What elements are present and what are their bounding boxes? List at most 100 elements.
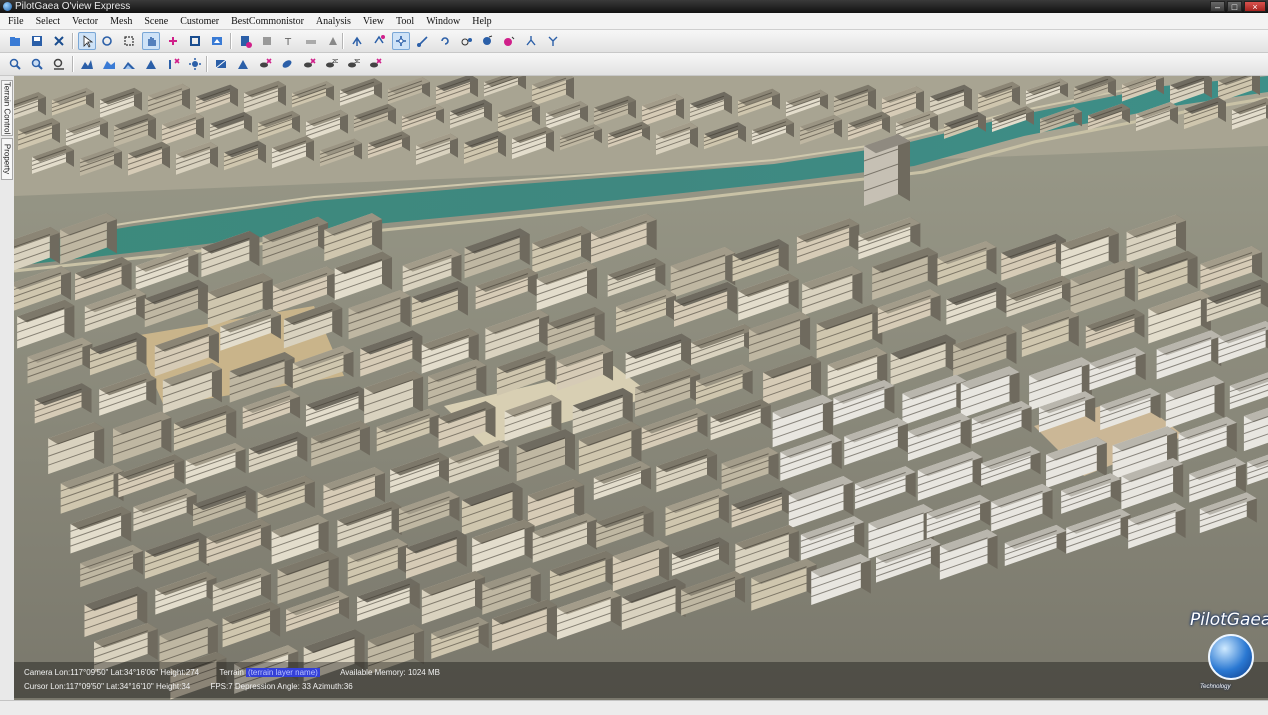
brush-button[interactable] bbox=[324, 32, 342, 50]
add-layer-icon bbox=[241, 36, 252, 48]
terrain-label: Terrain bbox=[219, 668, 244, 677]
svg-text:T: T bbox=[284, 37, 292, 48]
3d-viewport[interactable]: Camera Lon:117°09'50" Lat:34°16'06" Heig… bbox=[14, 76, 1268, 700]
measure-height-icon bbox=[53, 58, 64, 70]
logo-globe-icon bbox=[1208, 634, 1254, 680]
remove-layer-icon bbox=[263, 37, 271, 45]
measure-distance-button[interactable] bbox=[6, 55, 24, 73]
text-tool-icon: T bbox=[284, 37, 292, 48]
close-button[interactable]: × bbox=[1244, 1, 1266, 12]
status-overlay: Camera Lon:117°09'50" Lat:34°16'06" Heig… bbox=[14, 662, 1268, 698]
minimize-button[interactable]: – bbox=[1210, 1, 1225, 12]
menu-customer[interactable]: Customer bbox=[174, 16, 225, 27]
node-delete-button[interactable] bbox=[500, 32, 518, 50]
lasso-select-button[interactable] bbox=[98, 32, 116, 50]
terrain-slope-button[interactable] bbox=[100, 55, 118, 73]
open-folder-icon bbox=[10, 37, 20, 46]
add-layer-button[interactable] bbox=[236, 32, 254, 50]
triangle-button[interactable] bbox=[234, 55, 252, 73]
text-tool-button[interactable]: T bbox=[280, 32, 298, 50]
main-toolbar: T bbox=[0, 30, 1268, 53]
maximize-button[interactable]: □ bbox=[1227, 1, 1242, 12]
toolbar-separator bbox=[72, 56, 74, 72]
analysis-toolbar: 2D 3D bbox=[0, 53, 1268, 76]
brush-icon bbox=[329, 37, 337, 45]
node-split-button[interactable] bbox=[522, 32, 540, 50]
cut-button[interactable] bbox=[50, 32, 68, 50]
terrain-peak-button[interactable] bbox=[142, 55, 160, 73]
terrain-volume-button[interactable] bbox=[120, 55, 138, 73]
clear-eye-button[interactable] bbox=[256, 55, 274, 73]
menu-vector[interactable]: Vector bbox=[66, 16, 104, 27]
viewshed-button[interactable] bbox=[212, 55, 230, 73]
camera-readout: Camera Lon:117°09'50" Lat:34°16'06" Heig… bbox=[24, 668, 200, 677]
side-panel-tabs: Terrain Control Property bbox=[0, 76, 15, 700]
node-add-icon bbox=[374, 35, 385, 44]
tab-property[interactable]: Property bbox=[1, 138, 13, 180]
save-button[interactable] bbox=[28, 32, 46, 50]
open-folder-button[interactable] bbox=[6, 32, 24, 50]
node-snap-button[interactable] bbox=[414, 32, 432, 50]
svg-text:2D: 2D bbox=[332, 59, 338, 65]
rectangle-button[interactable] bbox=[186, 32, 204, 50]
toolbar-separator bbox=[342, 33, 344, 49]
flythrough-button[interactable] bbox=[278, 55, 296, 73]
pointer-select-button[interactable] bbox=[78, 32, 96, 50]
measure-area-icon bbox=[31, 58, 43, 70]
building bbox=[863, 134, 910, 206]
city-scene bbox=[14, 76, 1268, 700]
menu-tool[interactable]: Tool bbox=[390, 16, 420, 27]
node-pan-button[interactable] bbox=[392, 32, 410, 50]
status-row-1: Camera Lon:117°09'50" Lat:34°16'06" Heig… bbox=[24, 668, 458, 677]
node-move-icon bbox=[352, 36, 362, 46]
node-move-button[interactable] bbox=[348, 32, 366, 50]
clear-view-button[interactable] bbox=[366, 55, 384, 73]
eraser-button[interactable] bbox=[302, 32, 320, 50]
menu-view[interactable]: View bbox=[357, 16, 390, 27]
node-add-button[interactable] bbox=[370, 32, 388, 50]
edit-shape-icon bbox=[212, 37, 222, 45]
menu-file[interactable]: File bbox=[0, 16, 30, 27]
menu-bestcommonistor[interactable]: BestCommonistor bbox=[225, 16, 310, 27]
title-bar: PilotGaea O'view Express – □ × bbox=[0, 0, 1268, 13]
pointer-select-icon bbox=[83, 35, 94, 48]
view-2d-icon: 2D bbox=[326, 59, 338, 68]
node-link-button[interactable] bbox=[458, 32, 476, 50]
menu-select[interactable]: Select bbox=[30, 16, 66, 27]
sun-settings-button[interactable] bbox=[186, 55, 204, 73]
node-pan-icon bbox=[396, 36, 406, 46]
menu-help[interactable]: Help bbox=[466, 16, 497, 27]
toolbar-separator bbox=[72, 33, 74, 49]
view-2d-button[interactable]: 2D bbox=[322, 55, 340, 73]
measure-height-button[interactable] bbox=[50, 55, 68, 73]
terrain-clear-button[interactable] bbox=[164, 55, 182, 73]
remove-layer-button[interactable] bbox=[258, 32, 276, 50]
eraser-icon bbox=[306, 40, 316, 44]
menu-analysis[interactable]: Analysis bbox=[310, 16, 357, 27]
tab-terrain-control-label: Terrain Control bbox=[2, 81, 12, 135]
window-title: PilotGaea O'view Express bbox=[15, 1, 131, 12]
node-rotate-button[interactable] bbox=[436, 32, 454, 50]
measure-area-button[interactable] bbox=[28, 55, 46, 73]
menu-window[interactable]: Window bbox=[420, 16, 466, 27]
node-merge-button[interactable] bbox=[544, 32, 562, 50]
cursor-readout: Cursor Lon:117°09'50" Lat:34°16'10" Heig… bbox=[24, 682, 191, 691]
edit-shape-button[interactable] bbox=[208, 32, 226, 50]
terrain-volume-icon bbox=[123, 62, 135, 69]
view-3d-button[interactable]: 3D bbox=[344, 55, 362, 73]
node-fill-button[interactable] bbox=[478, 32, 496, 50]
logo-text: PilotGaea bbox=[1190, 610, 1268, 630]
rectangle-icon bbox=[190, 36, 200, 46]
pan-hand-button[interactable] bbox=[142, 32, 160, 50]
terrain-peak-icon bbox=[146, 60, 156, 69]
menu-scene[interactable]: Scene bbox=[138, 16, 174, 27]
tab-terrain-control[interactable]: Terrain Control bbox=[1, 80, 13, 136]
memory-readout: Available Memory: 1024 MB bbox=[340, 668, 440, 677]
menu-mesh[interactable]: Mesh bbox=[104, 16, 138, 27]
add-point-button[interactable] bbox=[164, 32, 182, 50]
box-zoom-button[interactable] bbox=[120, 32, 138, 50]
terrain-readout: Terrain (terrain layer name) bbox=[219, 668, 320, 677]
clear-flythrough-button[interactable] bbox=[300, 55, 318, 73]
cut-icon bbox=[54, 36, 64, 46]
terrain-profile-button[interactable] bbox=[78, 55, 96, 73]
